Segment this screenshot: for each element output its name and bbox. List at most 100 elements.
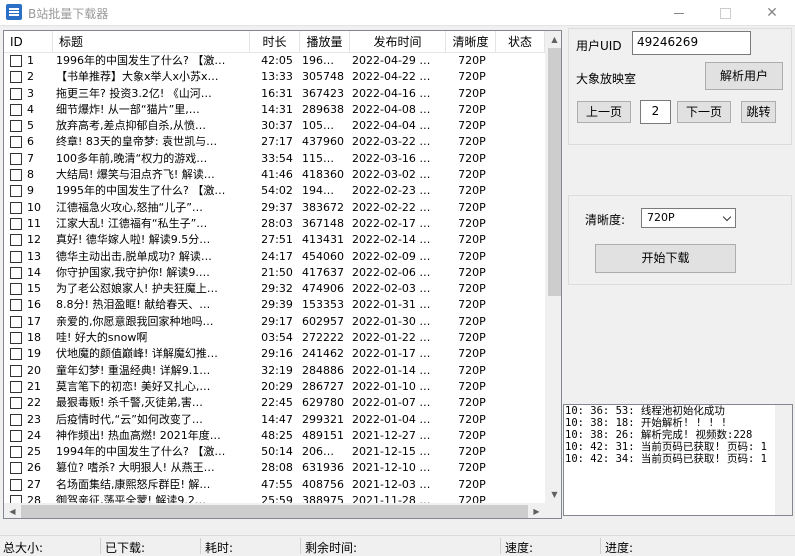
row-checkbox[interactable]	[10, 283, 22, 296]
row-checkbox[interactable]	[10, 315, 22, 328]
scroll-right-icon[interactable]: ▶	[528, 503, 545, 518]
row-checkbox[interactable]	[10, 71, 22, 84]
table-row[interactable]: 6 终章! 83天的皇帝梦: 袁世凯与… 27:17 437960 2022-03-22…	[4, 134, 545, 150]
row-checkbox[interactable]	[10, 478, 22, 491]
table-row[interactable]: 21 莫言笔下的初恋! 美好又扎心,… 20:29 286727 2022-01-10 …	[4, 379, 545, 395]
header-date[interactable]: 发布时间	[350, 31, 446, 53]
row-checkbox[interactable]	[10, 429, 22, 442]
uid-input[interactable]: 49246269	[632, 31, 751, 55]
header-title[interactable]: 标题	[53, 31, 250, 53]
row-checkbox[interactable]	[10, 55, 22, 67]
row-views: 367148	[302, 216, 344, 230]
row-checkbox[interactable]	[10, 250, 22, 263]
table-row[interactable]: 1 1996年的中国发生了什么? 【激… 42:05 196… 2022-04-29 ……	[4, 53, 545, 69]
row-title: 德华主动出击,脱单成功? 解读…	[56, 249, 212, 263]
row-checkbox[interactable]	[10, 152, 22, 165]
table-row[interactable]: 9 1995年的中国发生了什么? 【激… 54:02 194… 2022-02-23 ……	[4, 183, 545, 199]
table-row[interactable]: 27 名场面集结,康熙怒斥群臣! 解… 47:55 408756 2021-12-03 …	[4, 477, 545, 493]
row-checkbox[interactable]	[10, 234, 22, 247]
close-button[interactable]: ✕	[749, 0, 795, 26]
row-views: 289638	[302, 102, 344, 116]
row-duration: 30:37	[261, 119, 293, 133]
scroll-down-icon[interactable]: ▼	[546, 486, 561, 503]
row-id: 10	[27, 200, 41, 214]
minimize-button[interactable]	[656, 0, 702, 26]
row-checkbox[interactable]	[10, 120, 22, 133]
next-page-button[interactable]: 下一页	[677, 101, 731, 123]
log-scrollbar[interactable]	[775, 405, 792, 515]
table-row[interactable]: 3 拖更三年? 投资3.2亿! 《山河… 16:31 367423 2022-04-16…	[4, 86, 545, 102]
parse-user-button[interactable]: 解析用户	[705, 62, 783, 90]
table-row[interactable]: 2 【书单推荐】大象x举人x小苏x… 13:33 305748 2022-04-22 ……	[4, 69, 545, 85]
table-row[interactable]: 19 伏地魔的颜值巅峰! 详解魔幻推… 29:16 241462 2022-01-17 …	[4, 346, 545, 362]
row-resolution: 720P	[458, 168, 486, 182]
header-views[interactable]: 播放量	[300, 31, 350, 53]
header-status[interactable]: 状态	[496, 31, 545, 53]
row-checkbox[interactable]	[10, 446, 22, 459]
table-row[interactable]: 24 神作频出! 热血高燃! 2021年度… 48:25 489151 2021-12-…	[4, 428, 545, 444]
row-checkbox[interactable]	[10, 397, 22, 410]
vertical-scroll-thumb[interactable]	[548, 48, 561, 296]
table-row[interactable]: 15 为了老公怼娘家人! 护夫狂魔上… 29:32 474906 2022-02-03 …	[4, 281, 545, 297]
row-checkbox[interactable]	[10, 299, 22, 312]
table-row[interactable]: 16 8.8分! 热泪盈眶! 献给春天、… 29:39 153353 2022-01-3…	[4, 297, 545, 313]
table-row[interactable]: 23 后疫情时代,“云”如何改变了… 14:47 299321 2022-01-04 ……	[4, 412, 545, 428]
table-row[interactable]: 13 德华主动出击,脱单成功? 解读… 24:17 454060 2022-02-09 …	[4, 249, 545, 265]
row-id: 27	[27, 477, 41, 491]
row-checkbox[interactable]	[10, 103, 22, 116]
row-views: 299321	[302, 412, 344, 426]
table-row[interactable]: 17 亲爱的,你愿意跟我回家种地吗… 29:17 602957 2022-01-30 ……	[4, 314, 545, 330]
table-row[interactable]: 8 大结局! 爆笑与泪点齐飞! 解读… 41:46 418360 2022-03-02 …	[4, 167, 545, 183]
row-checkbox[interactable]	[10, 413, 22, 426]
maximize-button[interactable]	[702, 0, 748, 26]
row-resolution: 720P	[458, 233, 486, 247]
row-views: 417637	[302, 265, 344, 279]
table-row[interactable]: 5 放弃高考,差点抑郁自杀,从愤… 30:37 105… 2022-04-04 … 720…	[4, 118, 545, 134]
row-checkbox[interactable]	[10, 462, 22, 475]
row-duration: 27:17	[261, 135, 293, 149]
row-status	[498, 379, 546, 395]
row-checkbox[interactable]	[10, 87, 22, 100]
table-row[interactable]: 25 1994年的中国发生了什么? 【激… 50:14 206… 2021-12-15 …	[4, 444, 545, 460]
row-views: 115…	[302, 151, 334, 165]
table-row[interactable]: 7 100多年前,晚清“权力的游戏… 33:54 115… 2022-03-16 … 72…	[4, 151, 545, 167]
header-resolution[interactable]: 清晰度	[446, 31, 496, 53]
table-row[interactable]: 10 江德福急火攻心,怒抽“儿子”… 29:37 383672 2022-02-22 ……	[4, 200, 545, 216]
log-output[interactable]: 10: 36: 53: 线程池初始化成功 10: 38: 18: 开始解析! ! …	[563, 404, 793, 516]
row-checkbox[interactable]	[10, 332, 22, 345]
table-row[interactable]: 14 你守护国家,我守护你! 解读9.… 21:50 417637 2022-02-06…	[4, 265, 545, 281]
scroll-up-icon[interactable]: ▲	[546, 31, 561, 48]
row-checkbox[interactable]	[10, 380, 22, 393]
vertical-scrollbar[interactable]: ▲ ▼	[545, 31, 561, 503]
table-row[interactable]: 26 篡位? 嗜杀? 大明狠人! 从燕王… 28:08 631936 2021-12-1…	[4, 460, 545, 476]
table-row[interactable]: 18 哇! 好大的snow啊 03:54 272222 2022-01-22 … 720P	[4, 330, 545, 346]
page-number-input[interactable]: 2	[640, 100, 671, 124]
row-checkbox[interactable]	[10, 185, 22, 198]
table-row[interactable]: 22 最狠毒贩! 杀千警,灭徒弟,害… 22:45 629780 2022-01-07 …	[4, 395, 545, 411]
jump-button[interactable]: 跳转	[741, 101, 776, 123]
table-row[interactable]: 20 童年幻梦! 重温经典! 详解9.1… 32:19 284886 2022-01-1…	[4, 363, 545, 379]
table-row[interactable]: 4 细节爆炸! 从一部“猫片”里,… 14:31 289638 2022-04-08 ……	[4, 102, 545, 118]
horizontal-scroll-thumb[interactable]	[21, 505, 528, 518]
row-checkbox[interactable]	[10, 348, 22, 361]
row-checkbox[interactable]	[10, 217, 22, 230]
row-status	[498, 412, 546, 428]
row-duration: 54:02	[261, 184, 293, 198]
table-row[interactable]: 11 江家大乱! 江德福有“私生子”… 28:03 367148 2022-02-17 …	[4, 216, 545, 232]
row-checkbox[interactable]	[10, 266, 22, 279]
resolution-select[interactable]: 720P	[641, 208, 736, 228]
row-checkbox[interactable]	[10, 169, 22, 182]
horizontal-scrollbar[interactable]: ◀ ▶	[4, 503, 545, 518]
row-duration: 28:03	[261, 216, 293, 230]
prev-page-button[interactable]: 上一页	[577, 101, 631, 123]
row-checkbox[interactable]	[10, 201, 22, 214]
row-checkbox[interactable]	[10, 136, 22, 149]
row-views: 437960	[302, 135, 344, 149]
header-duration[interactable]: 时长	[250, 31, 300, 53]
header-id[interactable]: ID	[4, 31, 53, 53]
row-id: 12	[27, 233, 41, 247]
table-row[interactable]: 12 真好! 德华嫁人啦! 解读9.5分… 27:51 413431 2022-02-1…	[4, 232, 545, 248]
row-checkbox[interactable]	[10, 364, 22, 377]
start-download-button[interactable]: 开始下载	[595, 244, 736, 273]
scroll-left-icon[interactable]: ◀	[4, 503, 21, 518]
